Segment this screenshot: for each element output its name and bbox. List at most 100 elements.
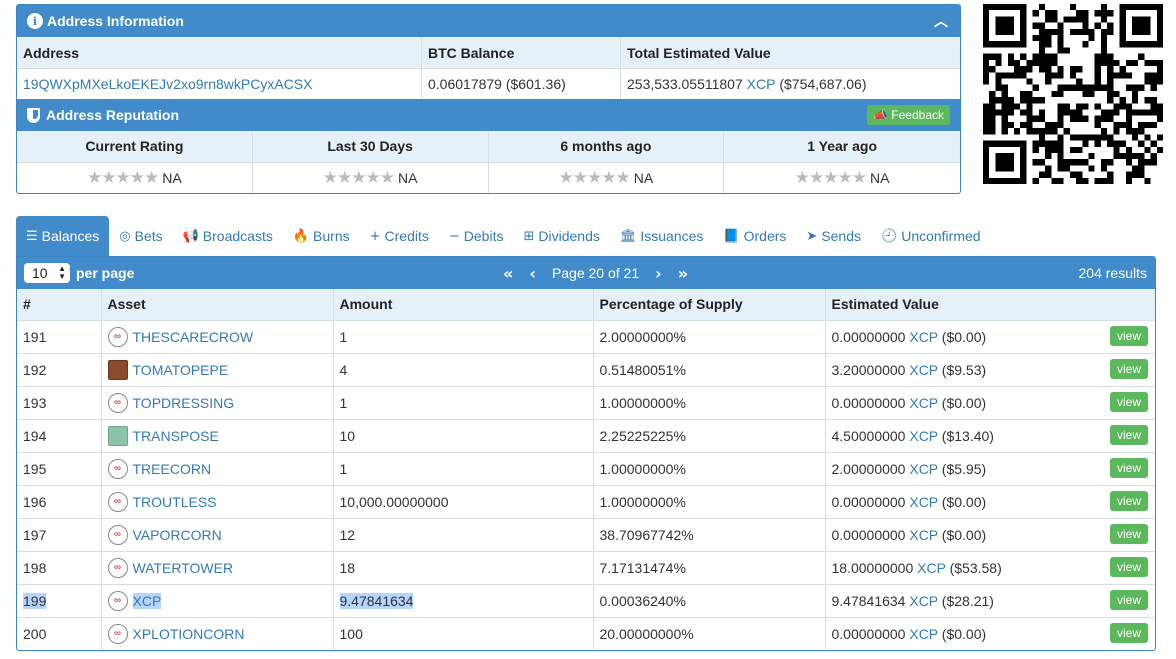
ev-asset-link[interactable]: XCP (909, 329, 938, 345)
asset-link[interactable]: TOPDRESSING (133, 395, 235, 411)
asset-cell: ∞ TROUTLESS (101, 484, 334, 518)
view-button[interactable]: view (1109, 358, 1148, 379)
address-info-heading[interactable]: i Address Information ︿ (17, 5, 960, 37)
per-page-select[interactable]: 10 ▲ ▼ (24, 263, 70, 283)
percentage-cell: 2.25225225% (593, 418, 826, 452)
current-rating-value: NA (162, 170, 182, 186)
tab-sends[interactable]: ➤ Sends (796, 216, 871, 256)
btc-balance-value: 0.06017879 ($601.36) (422, 68, 621, 99)
row-number-text: 194 (23, 427, 47, 444)
ev-usd: ($5.95) (941, 460, 987, 477)
asset-cell: ∞ THESCARECROW (101, 319, 334, 353)
amount-cell: 12 (333, 517, 594, 551)
total-value-asset-link[interactable]: XCP (747, 76, 776, 92)
tab-bets[interactable]: ◎ Bets (109, 216, 172, 256)
view-button[interactable]: view (1109, 589, 1148, 610)
address-link[interactable]: 19QWXpMXeLkoEKEJv2xo9rn8wkPCyxACSX (23, 76, 312, 92)
ev-amount: 0.00000000 (831, 394, 906, 411)
qr-code (983, 4, 1163, 184)
asset-link[interactable]: XPLOTIONCORN (133, 626, 245, 642)
tab-dividends[interactable]: ⊞ Dividends (513, 216, 609, 256)
prev-page-icon[interactable]: ‹ (529, 264, 536, 283)
tab-orders[interactable]: 📘 Orders (713, 216, 796, 256)
page-indicator: Page 20 of 21 (551, 265, 640, 281)
ev-asset-link[interactable]: XCP (909, 428, 938, 444)
chevron-up-icon[interactable]: ︿ (934, 11, 948, 31)
col-number-header: # (17, 289, 102, 320)
table-row: 196 ∞ TROUTLESS 10,000.00000000 1.00000000% 0… (17, 484, 1155, 518)
asset-cell: ∞ XPLOTIONCORN (101, 616, 334, 650)
asset-link[interactable]: TOMATOPEPE (133, 362, 229, 378)
row-number: 200 (17, 616, 102, 650)
tab-broadcasts[interactable]: 📢 Broadcasts (173, 216, 283, 256)
asset-link[interactable]: VAPORCORN (133, 527, 222, 543)
per-page-label: per page (76, 265, 135, 281)
1-year-cell: ★★★★★ NA (724, 162, 960, 193)
tab-balances[interactable]: ☰ Balances (16, 216, 110, 256)
asset-link[interactable]: TROUTLESS (133, 494, 217, 510)
tab-issuances[interactable]: 🏛 Issuances (610, 216, 714, 256)
asset-cell: ∞ TREECORN (101, 451, 334, 485)
bank-icon: 🏛 (619, 228, 637, 244)
tab-debits[interactable]: − Debits (439, 216, 514, 256)
tab-unconfirmed[interactable]: 🕘 Unconfirmed (871, 216, 991, 256)
row-number-text: 197 (23, 526, 47, 543)
amount-text: 4 (339, 361, 348, 378)
estimated-value-cell: 2.00000000 XCP ($5.95) view (825, 451, 1155, 485)
first-page-icon[interactable]: « (503, 264, 513, 283)
ev-asset-link[interactable]: XCP (909, 395, 938, 411)
ev-usd: ($28.21) (941, 592, 994, 609)
tab-label: Bets (134, 228, 163, 244)
ev-asset-link[interactable]: XCP (909, 527, 938, 543)
row-number-text: 198 (23, 559, 47, 576)
view-button[interactable]: view (1109, 523, 1148, 544)
balances-table: # Asset Amount Percentage of Supply Esti… (17, 289, 1155, 650)
view-button[interactable]: view (1109, 424, 1148, 445)
last-page-icon[interactable]: » (678, 264, 688, 283)
next-page-icon[interactable]: › (655, 264, 662, 283)
bullhorn-icon: 📢 (182, 228, 199, 244)
asset-link[interactable]: TREECORN (133, 461, 212, 477)
results-count: 204 results (1078, 265, 1147, 281)
view-button[interactable]: view (1109, 622, 1148, 643)
view-button[interactable]: view (1109, 391, 1148, 412)
view-button[interactable]: view (1109, 490, 1148, 511)
6-months-header: 6 months ago (488, 131, 725, 162)
tab-credits[interactable]: + Credits (360, 216, 439, 256)
tab-burns[interactable]: 🔥 Burns (283, 216, 360, 256)
pager: « ‹ Page 20 of 21 › » (495, 257, 696, 289)
address-info-table: Address BTC Balance Total Estimated Valu… (17, 37, 960, 99)
row-number: 195 (17, 451, 102, 485)
ev-amount: 3.20000000 (831, 361, 906, 378)
row-number: 192 (17, 352, 102, 386)
ev-usd: ($13.40) (941, 427, 994, 444)
asset-link[interactable]: THESCARECROW (133, 329, 254, 345)
btc-balance-header: BTC Balance (422, 37, 621, 68)
feedback-button[interactable]: 📣 Feedback (867, 105, 950, 125)
ev-asset-link[interactable]: XCP (909, 461, 938, 477)
amount-text: 1 (339, 460, 348, 477)
estimated-value-cell: 0.00000000 XCP ($0.00) view (825, 484, 1155, 518)
ev-asset-link[interactable]: XCP (909, 593, 938, 609)
ev-asset-link[interactable]: XCP (909, 362, 938, 378)
table-row: 194∞TRANSPOSE102.25225225%4.50000000 XCP… (17, 418, 1155, 452)
total-value-usd: ($754,687.06) (779, 76, 867, 92)
ev-asset-link[interactable]: XCP (909, 626, 938, 642)
row-number: 191 (17, 319, 102, 353)
asset-link[interactable]: WATERTOWER (133, 560, 234, 576)
estimated-value-cell: 18.00000000 XCP ($53.58) view (825, 550, 1155, 584)
row-number-text: 191 (23, 328, 47, 345)
ev-asset-link[interactable]: XCP (917, 560, 946, 576)
ev-amount: 0.00000000 (831, 493, 906, 510)
amount-text: 18 (339, 559, 356, 576)
view-button[interactable]: view (1109, 325, 1148, 346)
ev-asset-link[interactable]: XCP (909, 494, 938, 510)
table-row: 195 ∞ TREECORN 1 1.00000000% 2.00000000 XCP (… (17, 451, 1155, 485)
amount-text: 10 (339, 427, 356, 444)
star-rating-icon: ★★★★★ (558, 168, 631, 188)
asset-link[interactable]: XCP (132, 592, 162, 609)
asset-link[interactable]: TRANSPOSE (133, 428, 219, 444)
balances-header-row: # Asset Amount Percentage of Supply Esti… (17, 289, 1155, 320)
view-button[interactable]: view (1109, 457, 1148, 478)
view-button[interactable]: view (1109, 556, 1148, 577)
